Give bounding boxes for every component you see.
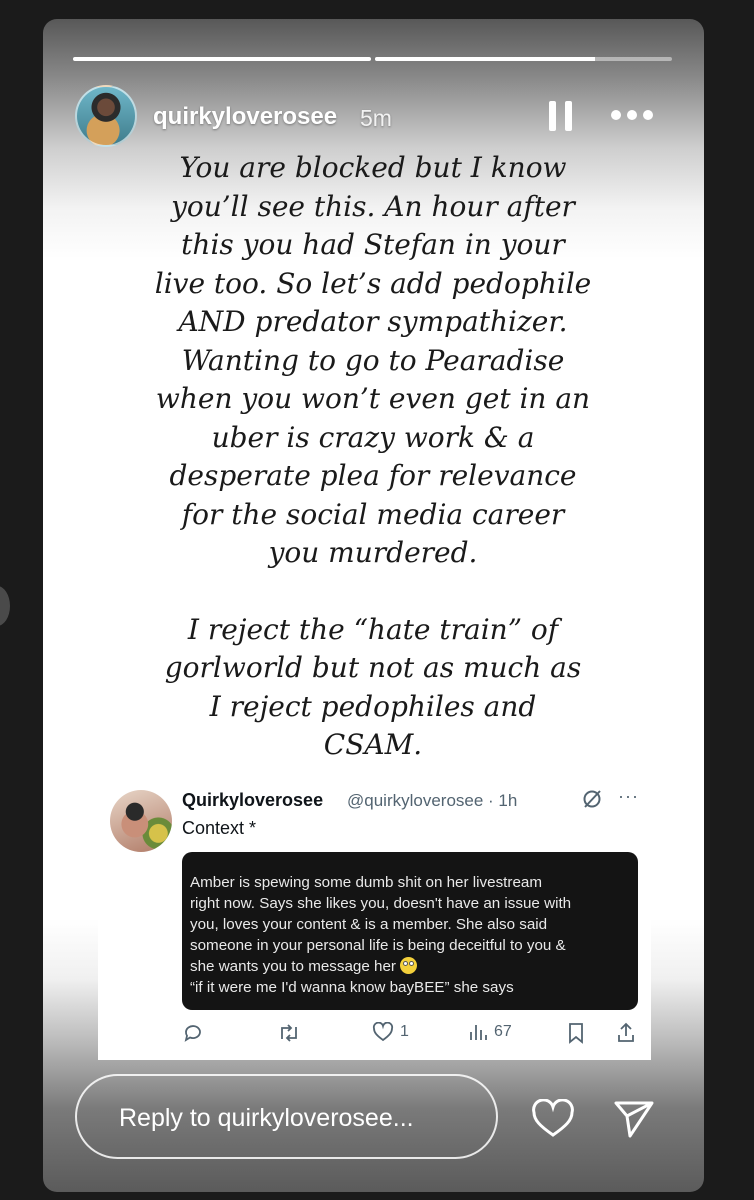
eye-roll-emoji-icon — [400, 957, 418, 974]
caption-line: I reject the “hate train” of — [187, 612, 559, 646]
caption-line: AND predator sympathizer. — [178, 305, 568, 338]
tweet-avatar — [110, 790, 172, 852]
message-line: you, loves your content & is a member. S… — [190, 916, 548, 933]
reply-placeholder: Reply to quirkyloverosee... — [119, 1104, 414, 1132]
grok-icon — [583, 790, 601, 808]
send-icon[interactable] — [612, 1099, 656, 1139]
reply-icon — [182, 1022, 204, 1044]
caption-line: gorlworld but not as much as — [164, 651, 582, 684]
caption-line: desperate plea for relevance — [169, 459, 577, 492]
caption-line: Wanting to go to Pearadise — [181, 343, 565, 377]
username-link[interactable]: quirkyloverosee — [153, 103, 337, 131]
caption-line: you murdered. — [268, 536, 478, 569]
caption-paragraph: I reject the “hate train” of gorlworld b… — [123, 611, 623, 765]
share-icon — [616, 1022, 636, 1044]
progress-segment — [374, 57, 672, 61]
progress-fill — [374, 57, 595, 61]
previous-story-handle[interactable] — [0, 586, 10, 626]
tweet-handle: @quirkyloverosee · 1h — [347, 791, 518, 810]
story-caption: You are blocked but I know you’ll see th… — [123, 149, 623, 765]
caption-line: live too. So let’s add pedophile — [154, 266, 592, 300]
caption-line: this you had Stefan in your — [181, 228, 565, 261]
like-count: 1 — [400, 1023, 409, 1040]
story-viewer[interactable]: quirkyloverosee 5m You are blocked but I… — [43, 19, 704, 1192]
pause-icon[interactable] — [549, 101, 573, 131]
caption-line: for the social media career — [181, 497, 565, 531]
caption-line: you’ll see this. An hour after — [171, 189, 575, 223]
tweet-more-icon: ··· — [618, 786, 639, 806]
story-timestamp: 5m — [360, 105, 392, 131]
message-line-with-emoji: she wants you to message her — [190, 956, 630, 977]
message-line: she wants you to message her — [190, 958, 396, 975]
embedded-tweet-screenshot: Quirkyloverosee @quirkyloverosee · 1h ··… — [98, 776, 651, 1060]
view-count: 67 — [494, 1023, 512, 1040]
message-line: “if it were me I'd wanna know bayBEE” sh… — [190, 979, 514, 996]
message-line: someone in your personal life is being d… — [190, 937, 566, 954]
tweet-image-message: Amber is spewing some dumb shit on her l… — [182, 852, 638, 1010]
caption-line: when you won’t even get in an — [155, 382, 591, 415]
tweet-action-bar: 1 67 — [182, 1022, 638, 1048]
caption-line: uber is crazy work & a — [211, 420, 535, 454]
caption-paragraph: You are blocked but I know you’ll see th… — [123, 149, 623, 573]
tweet-author-name: Quirkyloverosee — [182, 790, 324, 810]
progress-segment — [73, 57, 371, 61]
message-line: Amber is spewing some dumb shit on her l… — [190, 874, 542, 891]
more-horizontal-icon[interactable] — [611, 107, 655, 123]
heart-icon[interactable] — [531, 1099, 575, 1139]
retweet-icon — [277, 1022, 301, 1044]
avatar[interactable] — [75, 85, 137, 147]
reply-input[interactable]: Reply to quirkyloverosee... — [75, 1074, 498, 1159]
views-icon: 67 — [468, 1022, 512, 1042]
story-progress-bars — [73, 57, 672, 61]
tweet-text: Context * — [182, 818, 257, 838]
story-header: quirkyloverosee 5m — [75, 85, 672, 149]
progress-fill — [73, 57, 371, 61]
like-icon: 1 — [372, 1022, 409, 1042]
caption-line: CSAM. — [323, 728, 423, 761]
bookmark-icon — [567, 1022, 585, 1044]
caption-line: I reject pedophiles and — [209, 689, 537, 723]
caption-line: You are blocked but I know — [179, 151, 567, 184]
message-line: right now. Says she likes you, doesn't h… — [190, 895, 572, 912]
